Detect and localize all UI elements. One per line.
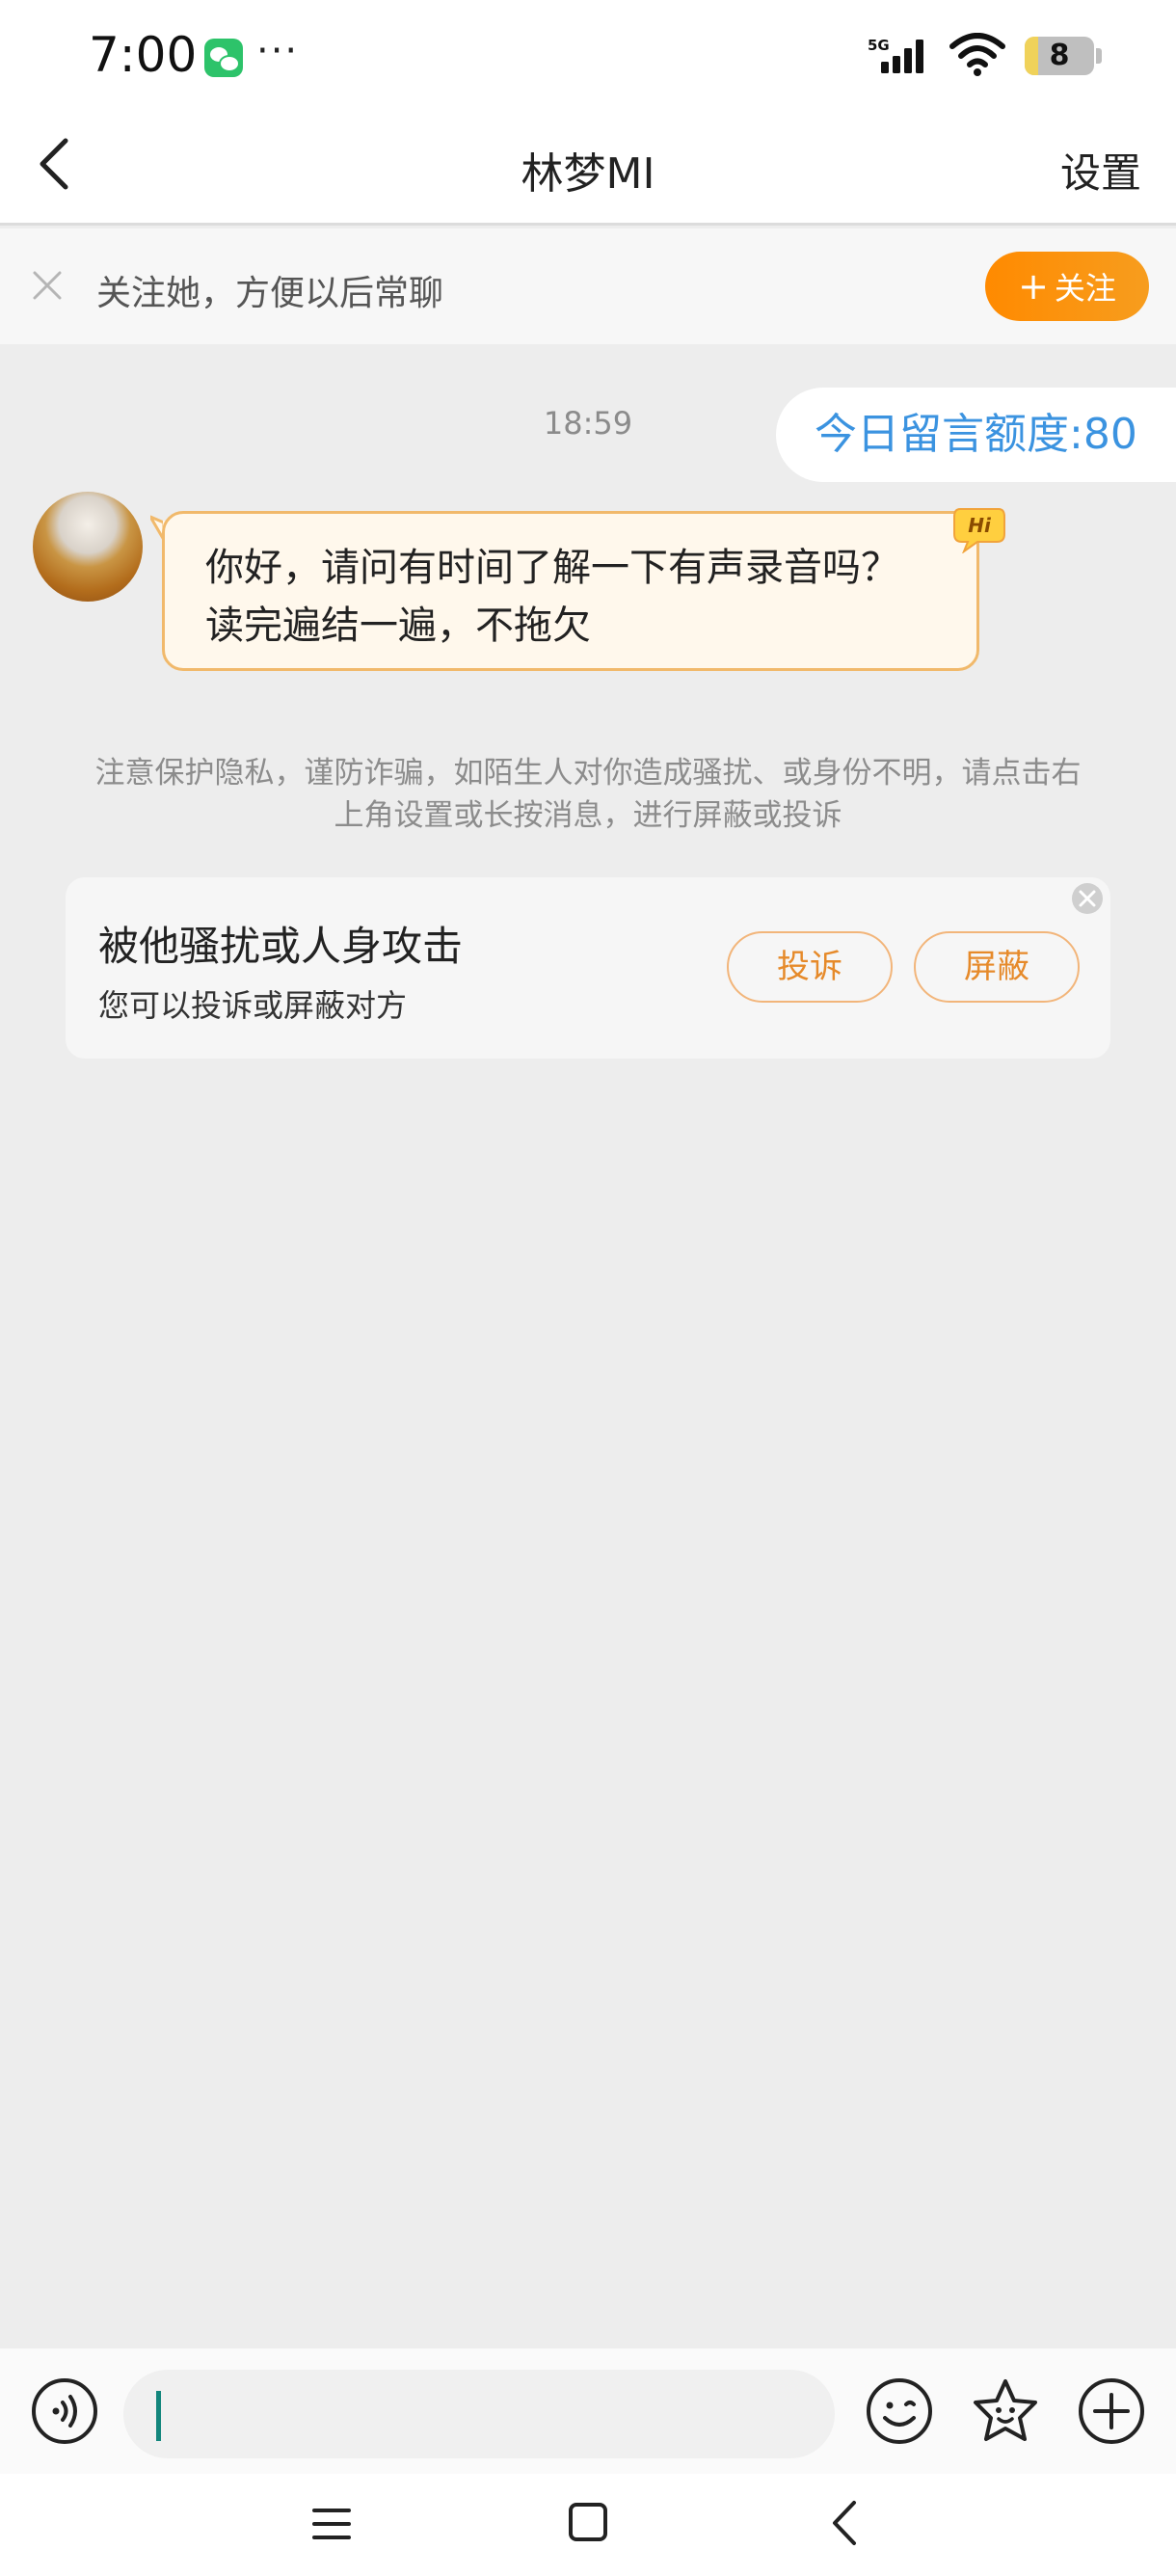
battery-level: 8 — [1049, 39, 1070, 72]
report-card-subtitle: 您可以投诉或屏蔽对方 — [98, 987, 408, 1024]
plus-icon: + — [1018, 265, 1049, 308]
message-input[interactable] — [123, 2370, 835, 2458]
wechat-icon — [204, 39, 243, 77]
more-notifications-icon: ··· — [256, 29, 300, 73]
hi-badge-label: Hi — [968, 514, 992, 537]
text-cursor — [156, 2391, 161, 2441]
block-button[interactable]: 屏蔽 — [914, 931, 1080, 1003]
signal-icon: 5G — [868, 37, 923, 73]
message-quota-badge: 今日留言额度:80 — [776, 388, 1176, 482]
system-navigation-bar — [0, 2474, 1176, 2576]
harassment-report-card: 被他骚扰或人身攻击 您可以投诉或屏蔽对方 投诉 屏蔽 — [66, 877, 1110, 1059]
card-close-icon[interactable] — [1070, 881, 1105, 916]
menu-icon[interactable] — [310, 2503, 353, 2545]
follow-prompt-text: 关注她，方便以后常聊 — [96, 274, 444, 313]
battery-tip — [1096, 48, 1102, 64]
network-type-label: 5G — [868, 37, 890, 54]
wifi-icon — [949, 33, 1005, 76]
back-icon[interactable] — [825, 2497, 864, 2549]
settings-button[interactable]: 设置 — [1060, 141, 1141, 200]
follow-button[interactable]: + 关注 — [985, 252, 1149, 321]
privacy-notice: 注意保护隐私，谨防诈骗，如陌生人对你造成骚扰、或身份不明，请点击右上角设置或长按… — [94, 756, 1082, 833]
avatar[interactable] — [33, 492, 143, 602]
message-input-bar — [0, 2348, 1176, 2474]
page-title: 林梦MI — [521, 149, 655, 199]
sticker-icon[interactable] — [972, 2377, 1039, 2445]
add-icon[interactable] — [1078, 2377, 1145, 2445]
report-card-title: 被他骚扰或人身攻击 — [98, 923, 464, 970]
voice-icon[interactable] — [31, 2377, 98, 2445]
battery-icon: 8 — [1025, 37, 1094, 75]
message-bubble[interactable]: 你好，请问有时间了解一下有声录音吗？读完遍结一遍，不拖欠 — [162, 511, 979, 671]
follow-button-label: 关注 — [1054, 270, 1116, 307]
hi-badge-icon: Hi — [953, 508, 1005, 553]
home-icon[interactable] — [567, 2501, 609, 2543]
status-bar: 7:00 ··· 5G 8 — [0, 0, 1176, 112]
emoji-icon[interactable] — [866, 2377, 933, 2445]
close-icon[interactable] — [29, 267, 66, 304]
status-time: 7:00 — [89, 27, 198, 83]
report-button[interactable]: 投诉 — [727, 931, 893, 1003]
follow-suggestion-bar: 关注她，方便以后常聊 + 关注 — [0, 228, 1176, 344]
chat-header: 林梦MI 设置 — [0, 112, 1176, 226]
